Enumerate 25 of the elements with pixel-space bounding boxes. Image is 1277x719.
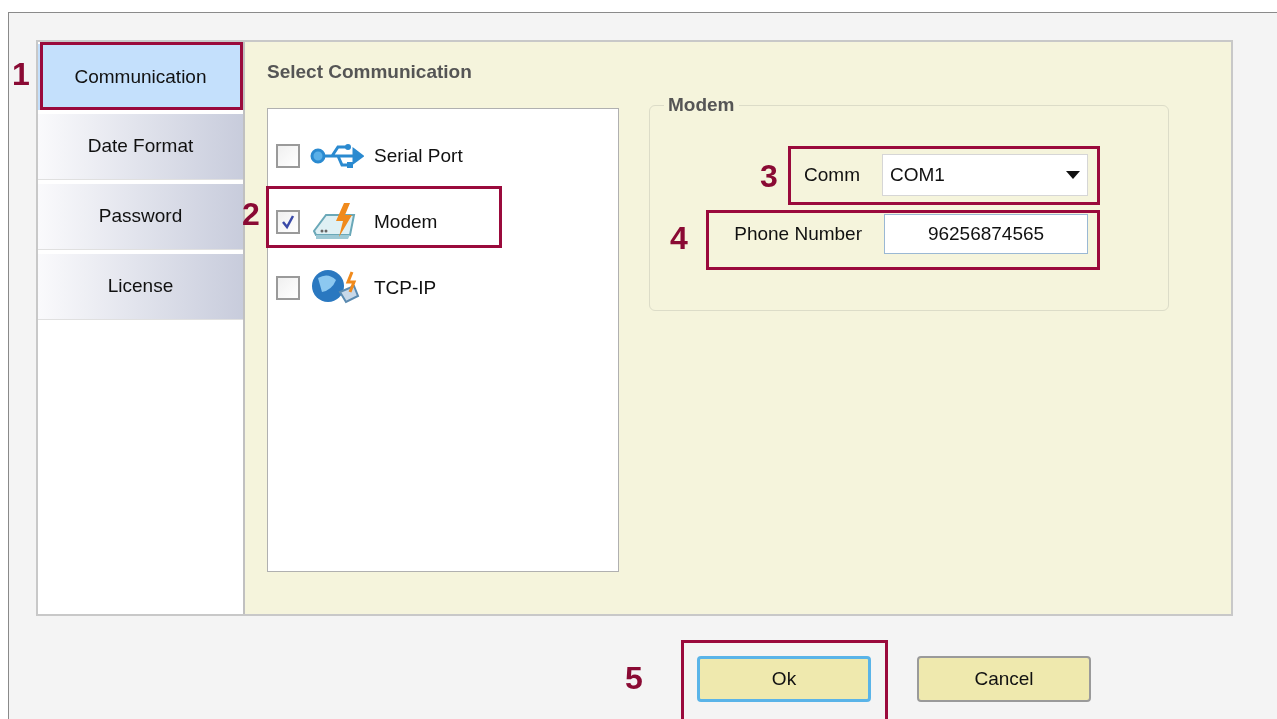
callout-number: 1: [12, 56, 30, 92]
callout-number: 5: [625, 660, 643, 696]
check-icon: [280, 214, 296, 230]
dialog-button[interactable]: Cancel: [917, 656, 1091, 702]
callout-number: 4: [670, 220, 688, 256]
tab[interactable]: Communication: [38, 44, 243, 110]
tab[interactable]: Date Format: [38, 114, 243, 180]
phone-number-field[interactable]: 96256874565: [884, 214, 1088, 254]
checkbox[interactable]: [276, 210, 300, 234]
usb-icon: [310, 141, 364, 171]
field-label: Phone Number: [734, 221, 862, 246]
checkbox[interactable]: [276, 276, 300, 300]
option-label: Modem: [374, 209, 438, 234]
option-label: TCP-IP: [374, 275, 437, 300]
dialog-button[interactable]: Ok: [697, 656, 871, 702]
checkbox[interactable]: [276, 144, 300, 168]
tab[interactable]: Password: [38, 184, 243, 250]
section-title: Select Communication: [267, 60, 473, 84]
caret-icon: [1066, 171, 1080, 179]
field-label: Comm: [804, 162, 860, 187]
callout-number: 2: [242, 196, 260, 232]
tab[interactable]: License: [38, 254, 243, 320]
comm-dropdown[interactable]: COM1: [882, 154, 1088, 196]
callout-number: 3: [760, 158, 778, 194]
option-label: Serial Port: [374, 143, 463, 168]
